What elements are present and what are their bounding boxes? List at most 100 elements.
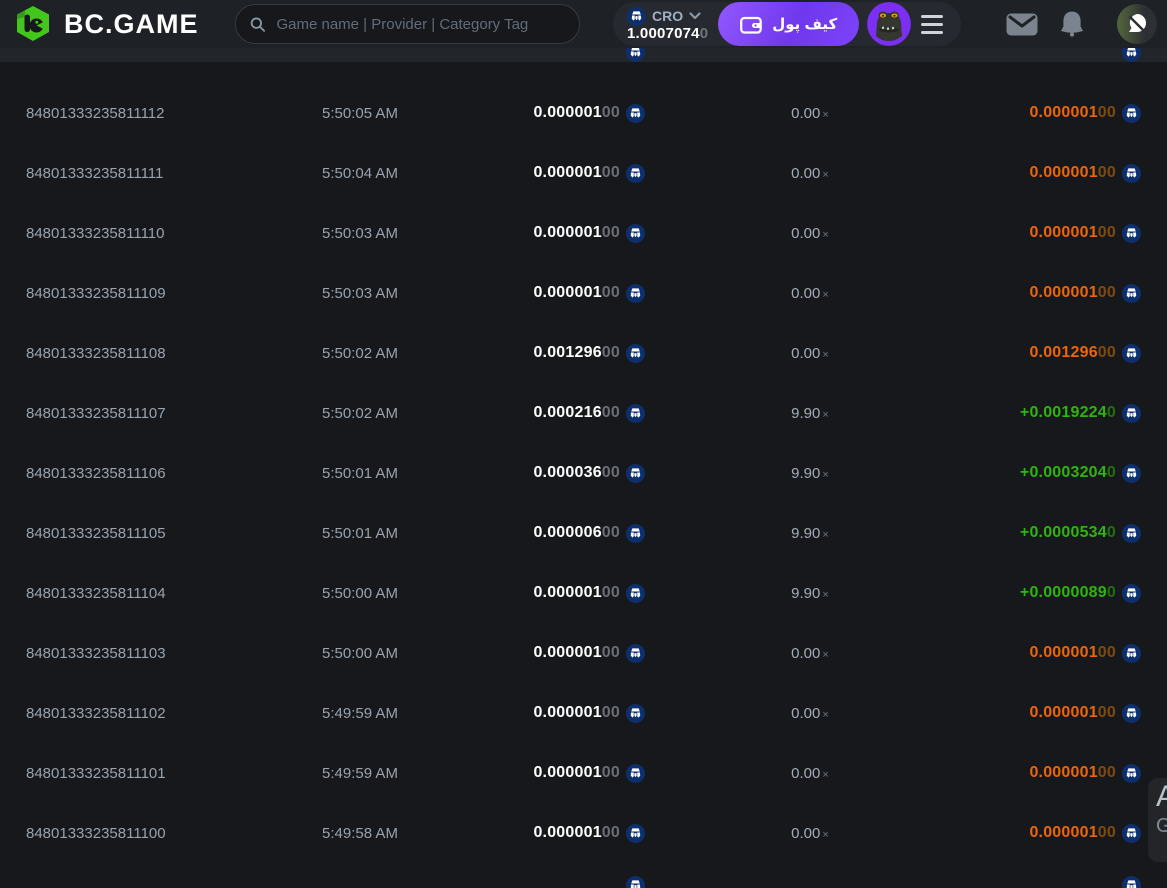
bets-table: 84801333235811112 5:50:05 AM 0.00000100 …: [0, 48, 1167, 888]
chat-toggle-button[interactable]: [1117, 4, 1157, 44]
bet-id: 84801333235811112: [26, 104, 165, 122]
bet-table-row[interactable]: 84801333235811111 5:50:04 AM 0.00000100 …: [0, 143, 1167, 203]
cro-coin-icon: [1122, 763, 1141, 783]
bet-table-row[interactable]: 84801333235811110 5:50:03 AM 0.00000100 …: [0, 203, 1167, 263]
cro-coin-icon: [1122, 583, 1141, 603]
cro-coin-icon: [1122, 103, 1141, 123]
bet-table-row[interactable]: 84801333235811101 5:49:59 AM 0.00000100 …: [0, 743, 1167, 803]
search-icon: [250, 16, 266, 32]
bet-payout-cell: +0.00005340: [975, 523, 1141, 543]
cro-coin-icon: [1122, 876, 1141, 888]
bet-payout-cell: 0.00000100: [975, 163, 1141, 183]
bet-amount-cell: 0.00000100: [420, 223, 645, 243]
cro-coin-icon: [626, 343, 645, 363]
avatar[interactable]: [867, 2, 912, 46]
bet-time: 5:50:03 AM: [322, 284, 398, 302]
bet-id: 84801333235811109: [26, 284, 166, 302]
bet-multiplier: 0.00 ×: [791, 644, 829, 662]
chat-bubble-slash-icon: [1128, 14, 1146, 32]
bet-amount: 0.00000100: [533, 644, 620, 661]
bet-time: 5:50:05 AM: [322, 104, 398, 122]
partial-row-below: [0, 863, 1167, 888]
bet-id: 84801333235811111: [26, 164, 164, 182]
bet-amount-cell: 0.00000100: [420, 283, 645, 303]
bell-icon: [1061, 11, 1083, 37]
bet-amount: 0.00000100: [533, 224, 620, 241]
partial-coin-amount: [626, 48, 645, 62]
bet-id: 84801333235811103: [26, 644, 166, 662]
bet-amount: 0.00000100: [533, 584, 620, 601]
mail-button[interactable]: [1002, 0, 1042, 48]
cro-coin-icon: [626, 703, 645, 723]
cro-coin-icon: [1122, 463, 1141, 483]
cro-coin-icon: [626, 283, 645, 303]
bet-table-row[interactable]: 84801333235811112 5:50:05 AM 0.00000100 …: [0, 83, 1167, 143]
cro-coin-icon: [1122, 48, 1141, 62]
bet-rows: 84801333235811112 5:50:05 AM 0.00000100 …: [0, 83, 1167, 863]
bet-multiplier: 0.00 ×: [791, 284, 829, 302]
cro-coin-icon: [626, 583, 645, 603]
cro-coin-icon: [626, 48, 645, 62]
top-nav: BC.GAME CRO 1.0007: [0, 0, 1167, 48]
bet-payout: 0.00129600: [1029, 344, 1116, 361]
currency-selector[interactable]: CRO 1.00070740: [613, 6, 718, 42]
bet-time: 5:50:01 AM: [322, 464, 398, 482]
partial-coin-payout: [1122, 876, 1141, 888]
search-bar[interactable]: [235, 4, 580, 44]
notifications-button[interactable]: [1052, 0, 1092, 48]
bet-payout: 0.00000100: [1029, 164, 1116, 181]
bet-time: 5:50:00 AM: [322, 584, 398, 602]
clipped-letter-top: A: [1156, 780, 1167, 813]
cro-coin-icon: [626, 876, 645, 888]
cro-coin-icon: [1122, 283, 1141, 303]
cro-coin-icon: [626, 823, 645, 843]
table-gap: [0, 62, 1167, 83]
bet-id: 84801333235811104: [26, 584, 166, 602]
bet-payout-cell: 0.00000100: [975, 283, 1141, 303]
bet-table-row[interactable]: 84801333235811102 5:49:59 AM 0.00000100 …: [0, 683, 1167, 743]
bet-table-row[interactable]: 84801333235811100 5:49:58 AM 0.00000100 …: [0, 803, 1167, 863]
bet-multiplier: 9.90 ×: [791, 404, 829, 422]
bet-payout-cell: 0.00129600: [975, 343, 1141, 363]
brand-logo[interactable]: BC.GAME: [14, 5, 199, 43]
bet-payout: +0.00192240: [1019, 404, 1116, 421]
bet-id: 84801333235811100: [26, 824, 166, 842]
bet-amount: 0.00000100: [533, 104, 620, 121]
cro-coin-icon: [1122, 223, 1141, 243]
bet-amount-cell: 0.00000100: [420, 103, 645, 123]
bet-time: 5:49:58 AM: [322, 824, 398, 842]
bc-logo-icon: [17, 6, 49, 41]
bet-table-row[interactable]: 84801333235811103 5:50:00 AM 0.00000100 …: [0, 623, 1167, 683]
cro-coin-icon: [1122, 163, 1141, 183]
bet-table-row[interactable]: 84801333235811105 5:50:01 AM 0.00000600 …: [0, 503, 1167, 563]
bc-game-app: BC.GAME CRO 1.0007: [0, 0, 1167, 888]
bet-time: 5:50:02 AM: [322, 344, 398, 362]
wallet-deposit-button[interactable]: کیف پول: [718, 2, 860, 46]
cro-coin-icon: [1122, 403, 1141, 423]
bet-id: 84801333235811101: [26, 764, 166, 782]
brand-name: BC.GAME: [64, 8, 199, 39]
bet-payout: 0.00000100: [1029, 224, 1116, 241]
bet-table-row[interactable]: 84801333235811106 5:50:01 AM 0.00003600 …: [0, 443, 1167, 503]
search-input[interactable]: [274, 14, 565, 34]
bet-payout: 0.00000100: [1029, 644, 1116, 661]
bet-table-row[interactable]: 84801333235811109 5:50:03 AM 0.00000100 …: [0, 263, 1167, 323]
bet-time: 5:50:00 AM: [322, 644, 398, 662]
bet-time: 5:50:02 AM: [322, 404, 398, 422]
cro-coin-icon: [626, 403, 645, 423]
bet-payout-cell: 0.00000100: [975, 823, 1141, 843]
bet-id: 84801333235811108: [26, 344, 166, 362]
bet-table-row[interactable]: 84801333235811107 5:50:02 AM 0.00021600 …: [0, 383, 1167, 443]
currency-code: CRO: [652, 8, 684, 24]
menu-button[interactable]: [911, 14, 961, 34]
bet-amount-cell: 0.00000100: [420, 763, 645, 783]
bet-amount: 0.00000100: [533, 824, 620, 841]
crocodile-avatar-icon: [867, 2, 912, 46]
cro-coin-icon: [1122, 703, 1141, 723]
bet-table-row[interactable]: 84801333235811104 5:50:00 AM 0.00000100 …: [0, 563, 1167, 623]
bet-amount: 0.00000100: [533, 164, 620, 181]
bet-amount: 0.00003600: [533, 464, 620, 481]
bet-time: 5:49:59 AM: [322, 704, 398, 722]
bet-table-row[interactable]: 84801333235811108 5:50:02 AM 0.00129600 …: [0, 323, 1167, 383]
bet-amount: 0.00021600: [533, 404, 620, 421]
